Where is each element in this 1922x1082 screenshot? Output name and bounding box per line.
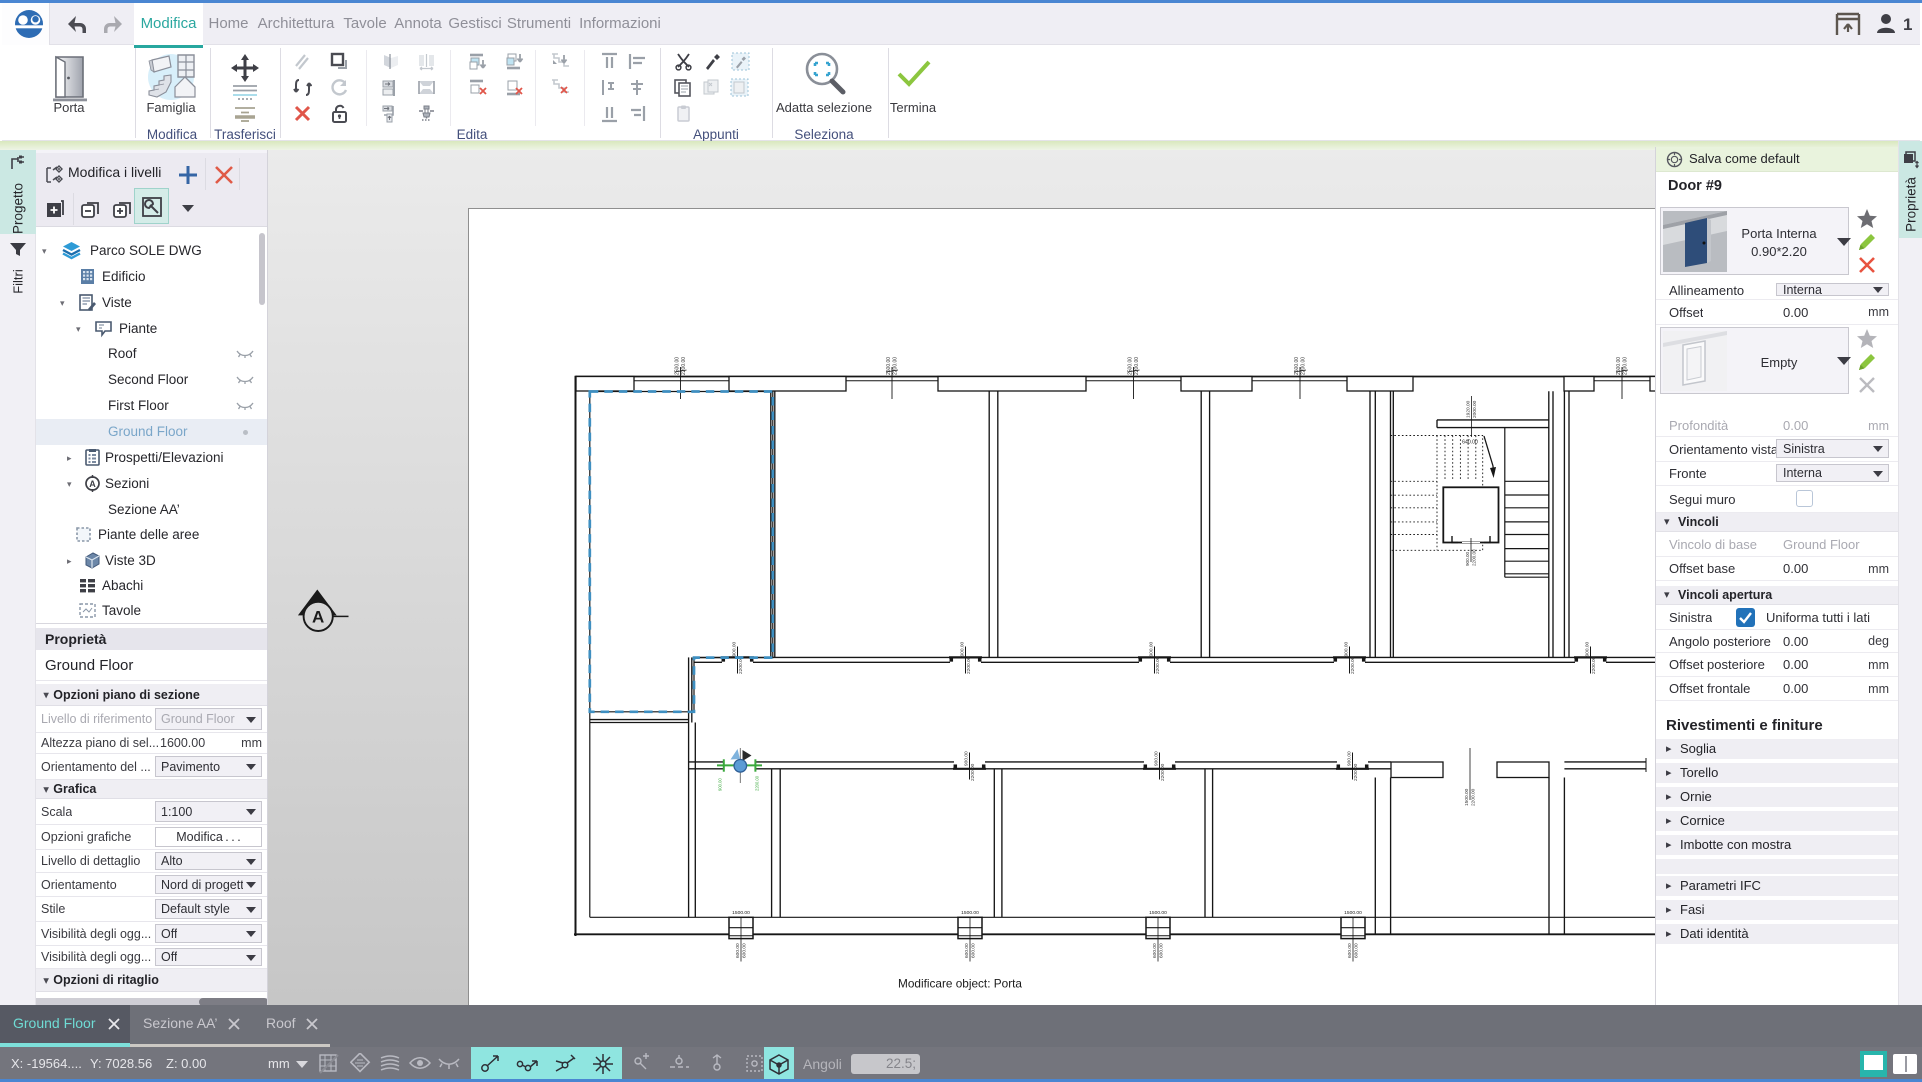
svg-text:900.00: 900.00 — [1584, 641, 1590, 656]
svg-text:900.00: 900.00 — [1343, 641, 1349, 656]
svg-text:2000.00: 2000.00 — [1472, 400, 1478, 418]
svg-text:600.00: 600.00 — [1159, 943, 1165, 958]
svg-text:1920.00: 1920.00 — [1465, 400, 1471, 418]
svg-text:600.00: 600.00 — [1347, 943, 1353, 958]
svg-text:2200.00: 2200.00 — [755, 775, 760, 791]
svg-text:2200.00: 2200.00 — [1301, 357, 1307, 375]
svg-text:2500.00: 2500.00 — [886, 357, 892, 375]
svg-text:1500.00: 1500.00 — [1464, 788, 1470, 806]
svg-text:600.00: 600.00 — [1354, 943, 1360, 958]
svg-text:600.00: 600.00 — [964, 943, 970, 958]
svg-text:2500.00: 2500.00 — [1127, 357, 1133, 375]
svg-text:2200.00: 2200.00 — [1155, 656, 1161, 674]
svg-text:2200.00: 2200.00 — [893, 357, 899, 375]
svg-text:600.00: 600.00 — [735, 943, 741, 958]
svg-text:900.00: 900.00 — [959, 641, 965, 656]
svg-text:1500.00: 1500.00 — [732, 910, 750, 916]
svg-text:900.00: 900.00 — [718, 778, 723, 791]
svg-text:2200.00: 2200.00 — [1353, 763, 1359, 781]
svg-text:A: A — [89, 479, 96, 489]
svg-text:2200.00: 2200.00 — [1471, 788, 1477, 806]
svg-text:Modificare object: Porta: Modificare object: Porta — [898, 977, 1022, 991]
svg-text:2200.00: 2200.00 — [1623, 357, 1629, 375]
svg-text:900.00: 900.00 — [1465, 552, 1470, 566]
svg-text:600.00: 600.00 — [1152, 943, 1158, 958]
svg-text:2200.00: 2200.00 — [1134, 357, 1140, 375]
svg-text:1500.00: 1500.00 — [1149, 910, 1167, 916]
svg-text:2500.00: 2500.00 — [1294, 357, 1300, 375]
svg-text:900.00: 900.00 — [1148, 641, 1154, 656]
svg-text:600.00: 600.00 — [971, 943, 977, 958]
svg-text:900.00: 900.00 — [1153, 751, 1159, 766]
svg-text:2500.00: 2500.00 — [674, 357, 680, 375]
svg-text:A: A — [312, 608, 324, 627]
svg-text:1500.00: 1500.00 — [1344, 910, 1362, 916]
svg-text:2500.00: 2500.00 — [1616, 357, 1622, 375]
svg-text:2200.00: 2200.00 — [966, 656, 972, 674]
svg-text:2200.00: 2200.00 — [1160, 763, 1166, 781]
svg-text:2200.00: 2200.00 — [1472, 549, 1477, 566]
svg-text:2200.00: 2200.00 — [681, 357, 687, 375]
svg-text:900.00: 900.00 — [963, 751, 969, 766]
svg-text:600.00: 600.00 — [742, 943, 748, 958]
svg-text:900.00: 900.00 — [731, 641, 737, 656]
svg-text:1500.00: 1500.00 — [961, 910, 979, 916]
svg-text:2200.00: 2200.00 — [738, 656, 744, 674]
svg-text:900.00: 900.00 — [1346, 751, 1352, 766]
svg-text:2200.00: 2200.00 — [970, 763, 976, 781]
svg-text:2200.00: 2200.00 — [1591, 656, 1597, 674]
svg-text:1: 1 — [1903, 15, 1912, 34]
svg-text:2200.00: 2200.00 — [1350, 656, 1356, 674]
